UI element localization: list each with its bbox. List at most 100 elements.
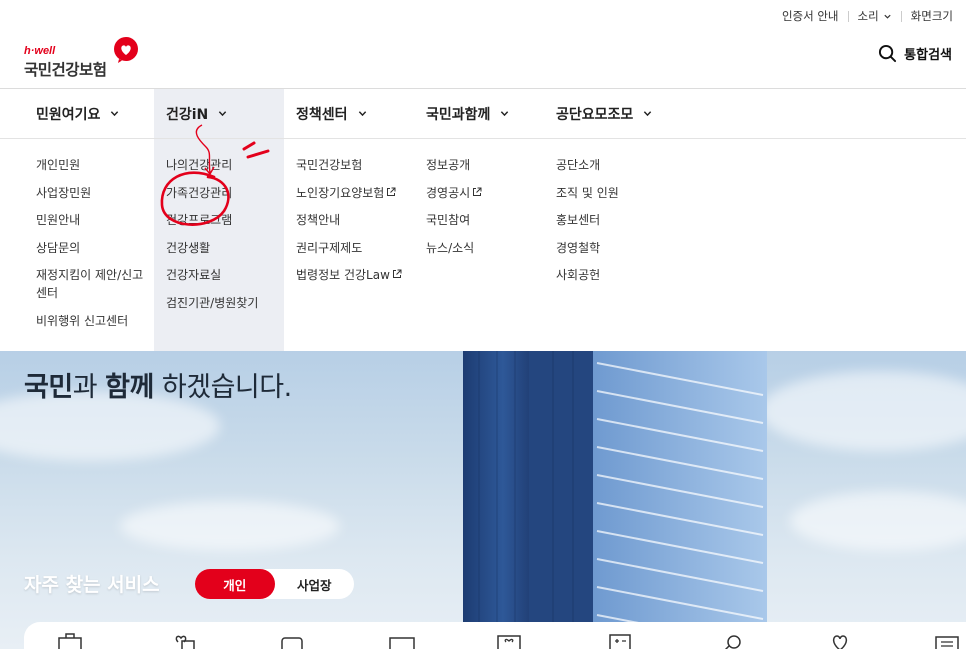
chevron-down-icon bbox=[501, 111, 509, 117]
hero-word: 하겠습니다. bbox=[153, 372, 292, 403]
chevron-down-icon bbox=[219, 111, 227, 117]
monitor-icon[interactable] bbox=[389, 632, 415, 649]
menu-item-label: 사회공헌 bbox=[556, 268, 601, 282]
chevron-down-icon bbox=[111, 111, 119, 117]
menu-item-label: 건강생활 bbox=[166, 240, 211, 255]
menu-item[interactable]: 공단소개 bbox=[556, 156, 674, 184]
menu-item-label: 나의건강관리 bbox=[166, 158, 233, 172]
menu-column-policy: 국민건강보험노인장기요양보험 정책안내 권리구제제도 법령정보 건강Law bbox=[284, 139, 414, 351]
menu-item-label: 조직 및 인원 bbox=[556, 185, 619, 200]
menu-item[interactable]: 정책안내 bbox=[296, 211, 414, 239]
menu-item[interactable]: 가족건강관리 bbox=[166, 184, 284, 212]
services-panel bbox=[24, 622, 966, 649]
menu-list: 나의건강관리가족건강관리 건강프로그램 건강생활건강자료실검진기관/병원찾기 bbox=[166, 156, 284, 321]
cert-info-link[interactable]: 인증서 안내 bbox=[773, 8, 848, 24]
sound-label: 소리 bbox=[857, 9, 879, 23]
hero-heading: 국민과 함께 하겠습니다. bbox=[24, 365, 292, 404]
menu-item[interactable]: 재정지킴이 제안/신고센터 bbox=[36, 266, 154, 312]
document-heart-icon[interactable] bbox=[280, 632, 306, 649]
menu-item[interactable]: 상담문의 bbox=[36, 239, 154, 267]
tab-business[interactable]: 사업장 bbox=[275, 569, 355, 599]
menu-item-label: 재정지킴이 제안/신고센터 bbox=[36, 268, 144, 300]
menu-column-about: 공단소개조직 및 인원홍보센터경영철학사회공헌 bbox=[544, 139, 674, 351]
menu-item[interactable]: 노인장기요양보험 bbox=[296, 184, 414, 212]
menu-item[interactable]: 건강프로그램 bbox=[166, 211, 284, 239]
menu-column-together: 정보공개경영공시 국민참여 뉴스/소식 bbox=[414, 139, 544, 351]
gnb-item-about[interactable]: 공단요모조모 bbox=[544, 89, 674, 138]
cloud-decor bbox=[790, 491, 966, 551]
menu-item[interactable]: 경영공시 bbox=[426, 184, 544, 212]
chevron-down-icon bbox=[644, 111, 652, 117]
list-document-icon[interactable] bbox=[934, 632, 960, 649]
external-link-icon bbox=[473, 187, 482, 196]
menu-item[interactable]: 조직 및 인원 bbox=[556, 184, 674, 212]
sound-dropdown[interactable]: 소리 bbox=[849, 8, 901, 24]
menu-list: 공단소개조직 및 인원홍보센터경영철학사회공헌 bbox=[556, 156, 674, 294]
gnb-item-health-in[interactable]: 건강iN bbox=[154, 89, 284, 138]
menu-item[interactable]: 국민건강보험 bbox=[296, 156, 414, 184]
menu-item[interactable]: 건강자료실 bbox=[166, 266, 284, 294]
menu-item[interactable]: 권리구제제도 bbox=[296, 239, 414, 267]
chevron-down-icon bbox=[884, 14, 891, 19]
menu-item[interactable]: 비위행위 신고센터 bbox=[36, 312, 154, 340]
menu-item[interactable]: 검진기관/병원찾기 bbox=[166, 294, 284, 322]
integrated-search-button[interactable]: 통합검색 bbox=[878, 44, 952, 63]
heart-icon[interactable] bbox=[827, 632, 853, 649]
menu-item-label: 검진기관/병원찾기 bbox=[166, 295, 259, 310]
mega-menu: 개인민원 사업장민원 민원안내 상담문의 재정지킴이 제안/신고센터 비위행위 신고센터 … bbox=[0, 124, 966, 351]
zoom-link[interactable]: 화면크기 bbox=[902, 8, 962, 24]
utility-bar: 인증서 안내 소리 화면크기 bbox=[773, 8, 962, 24]
calculator-icon[interactable] bbox=[607, 632, 633, 649]
hero-word: 과 bbox=[72, 372, 106, 403]
external-link-icon bbox=[392, 269, 402, 278]
card-heart-icon[interactable] bbox=[496, 632, 522, 649]
menu-item-label: 홍보센터 bbox=[556, 213, 601, 227]
hero-banner: 국민과 함께 하겠습니다. 자주 찾는 서비스 개인 사업장 bbox=[0, 351, 966, 649]
menu-item-label: 국민건강보험 bbox=[296, 158, 363, 172]
menu-list: 국민건강보험노인장기요양보험 정책안내 권리구제제도 법령정보 건강Law bbox=[296, 156, 414, 294]
gnb-item-policy[interactable]: 정책센터 bbox=[284, 89, 414, 138]
heart-care-icon[interactable] bbox=[172, 632, 198, 649]
menu-item[interactable]: 개인민원 bbox=[36, 156, 154, 184]
cloud-decor bbox=[760, 371, 966, 451]
main-navigation: 민원여기요 건강iN 정책센터 국민과함께 공단요모조모 bbox=[24, 89, 674, 138]
search-person-icon[interactable] bbox=[720, 632, 746, 649]
gnb-item-together[interactable]: 국민과함께 bbox=[414, 89, 544, 138]
menu-item[interactable]: 사업장민원 bbox=[36, 184, 154, 212]
menu-item-label: 정보공개 bbox=[426, 158, 471, 172]
heart-logo-icon bbox=[114, 37, 138, 63]
menu-item-label: 공단소개 bbox=[556, 158, 601, 172]
gnb-label: 건강iN bbox=[166, 106, 209, 123]
cloud-decor bbox=[120, 501, 340, 551]
menu-item[interactable]: 법령정보 건강Law bbox=[296, 266, 414, 294]
hero-word: 함께 bbox=[105, 372, 154, 403]
menu-item[interactable]: 뉴스/소식 bbox=[426, 239, 544, 267]
tab-personal[interactable]: 개인 bbox=[195, 569, 275, 599]
menu-item[interactable]: 나의건강관리 bbox=[166, 156, 284, 184]
external-link-icon bbox=[387, 187, 396, 196]
gnb-label: 국민과함께 bbox=[426, 106, 491, 123]
menu-column-health-in: 나의건강관리가족건강관리 건강프로그램 건강생활건강자료실검진기관/병원찾기 bbox=[154, 139, 284, 351]
page: 인증서 안내 소리 화면크기 h·well 국민건강보험 통합검색 민원여기요 bbox=[0, 0, 966, 649]
menu-item[interactable]: 건강생활 bbox=[166, 239, 284, 267]
gnb-label: 정책센터 bbox=[296, 106, 348, 123]
menu-item[interactable]: 정보공개 bbox=[426, 156, 544, 184]
menu-list: 개인민원사업장민원 민원안내상담문의 재정지킴이 제안/신고센터비위행위 신고센터 bbox=[36, 156, 154, 339]
menu-item[interactable]: 사회공헌 bbox=[556, 266, 674, 294]
menu-item-label: 건강자료실 bbox=[166, 268, 222, 282]
building-image bbox=[463, 351, 767, 649]
site-logo[interactable]: h·well 국민건강보험 bbox=[24, 36, 144, 79]
menu-item-label: 개인민원 bbox=[36, 158, 81, 172]
menu-item[interactable]: 민원안내 bbox=[36, 211, 154, 239]
menu-item-label: 경영철학 bbox=[556, 240, 601, 255]
menu-item-label: 뉴스/소식 bbox=[426, 240, 475, 255]
logo-brand: h·well bbox=[24, 45, 56, 57]
frequent-services-title: 자주 찾는 서비스 bbox=[24, 574, 160, 596]
gnb-item-civil[interactable]: 민원여기요 bbox=[24, 89, 154, 138]
hospital-icon[interactable] bbox=[57, 632, 83, 649]
menu-item[interactable]: 국민참여 bbox=[426, 211, 544, 239]
menu-list: 정보공개경영공시 국민참여 뉴스/소식 bbox=[426, 156, 544, 266]
menu-item[interactable]: 홍보센터 bbox=[556, 211, 674, 239]
menu-item-label: 민원안내 bbox=[36, 213, 81, 227]
menu-item[interactable]: 경영철학 bbox=[556, 239, 674, 267]
